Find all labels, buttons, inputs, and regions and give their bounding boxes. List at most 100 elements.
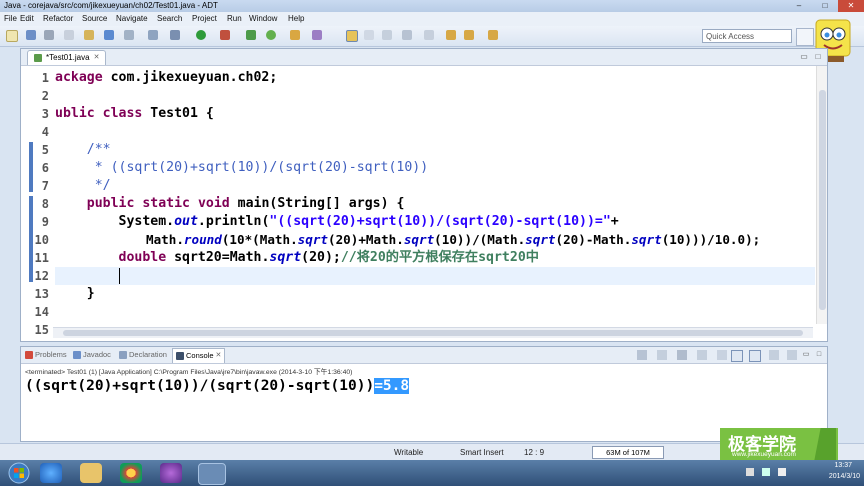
annotation-next-icon[interactable]: [402, 30, 412, 40]
menu-edit[interactable]: Edit: [20, 14, 34, 23]
terminate-icon[interactable]: [637, 350, 647, 360]
line-number: 13: [34, 287, 49, 301]
minimize-view-icon[interactable]: ▭: [801, 350, 811, 360]
change-marker: [29, 142, 33, 192]
console-tab-strip: Problems Javadoc Declaration Console ✕ ▭…: [21, 347, 827, 364]
line-number: 15: [34, 323, 49, 337]
code-line: double sqrt20=Math.sqrt(20);//将20的平方根保存在…: [118, 250, 539, 265]
copy-icon[interactable]: [64, 30, 74, 40]
pin-console-icon[interactable]: [749, 350, 761, 362]
maximize-view-icon[interactable]: □: [813, 52, 823, 62]
toggle-mark-icon[interactable]: [346, 30, 358, 42]
run-icon[interactable]: [196, 30, 206, 40]
show-whitespace-icon[interactable]: [364, 30, 374, 40]
close-button[interactable]: ✕: [838, 0, 864, 12]
forward-icon[interactable]: [488, 30, 498, 40]
code-line: System.out.println("((sqrt(20)+sqrt(10))…: [55, 214, 619, 229]
menu-search[interactable]: Search: [157, 14, 182, 23]
search-icon[interactable]: [312, 30, 322, 40]
paste-icon[interactable]: [84, 30, 94, 40]
tools-icon[interactable]: [148, 30, 158, 40]
new-icon[interactable]: [6, 30, 18, 42]
menu-window[interactable]: Window: [249, 14, 277, 23]
window-title: Java - corejava/src/com/jikexueyuan/ch02…: [4, 1, 218, 10]
console-output[interactable]: ((sqrt(20)+sqrt(10))/(sqrt(20)-sqrt(10))…: [25, 378, 410, 394]
external-tools-icon[interactable]: [220, 30, 230, 40]
code-line: public static void main(String[] args) {: [86, 196, 405, 211]
scroll-lock-icon[interactable]: [717, 350, 727, 360]
code-line: ackage com.jikexueyuan.ch02;: [55, 70, 278, 85]
debug-icon[interactable]: [170, 30, 180, 40]
line-number: 4: [41, 125, 49, 139]
line-number: 1: [41, 71, 49, 85]
menu-source[interactable]: Source: [82, 14, 107, 23]
show-on-output-icon[interactable]: [731, 350, 743, 362]
javadoc-icon: [73, 351, 81, 359]
volume-icon[interactable]: [778, 468, 786, 476]
scroll-thumb[interactable]: [63, 330, 803, 336]
new-class-icon[interactable]: [266, 30, 276, 40]
new-java-project-icon[interactable]: [246, 30, 256, 40]
console-status: <terminated> Test01 (1) [Java Applicatio…: [25, 369, 353, 376]
editor-tab-strip: *Test01.java ✕ ▭ □: [21, 49, 827, 66]
line-number: 5: [41, 143, 49, 157]
code-line-comment: /**: [55, 142, 111, 157]
clock-date[interactable]: 2014/3/10: [829, 473, 860, 480]
media-icon[interactable]: [160, 463, 182, 483]
explorer-icon[interactable]: [80, 463, 102, 483]
clock-time[interactable]: 13:37: [834, 462, 852, 469]
remove-launch-icon[interactable]: [657, 350, 667, 360]
line-number: 6: [41, 161, 49, 175]
back-icon[interactable]: [464, 30, 474, 40]
open-console-icon[interactable]: [787, 350, 797, 360]
menu-file[interactable]: File: [4, 14, 17, 23]
chrome-icon[interactable]: [120, 463, 142, 483]
annotation-prev-icon[interactable]: [424, 30, 434, 40]
console-view[interactable]: Problems Javadoc Declaration Console ✕ ▭…: [20, 346, 828, 442]
maximize-view-icon[interactable]: □: [814, 350, 824, 360]
clear-console-icon[interactable]: [697, 350, 707, 360]
line-number: 7: [41, 179, 49, 193]
adt-eclipse-icon[interactable]: [198, 463, 226, 485]
menu-project[interactable]: Project: [192, 14, 217, 23]
menu-navigate[interactable]: Navigate: [116, 14, 148, 23]
vertical-scrollbar[interactable]: [819, 90, 826, 310]
quick-access-input[interactable]: Quick Access: [702, 29, 792, 43]
maximize-button[interactable]: □: [812, 0, 838, 12]
keyboard-icon[interactable]: [746, 468, 754, 476]
block-select-icon[interactable]: [382, 30, 392, 40]
display-console-icon[interactable]: [769, 350, 779, 360]
minimize-view-icon[interactable]: ▭: [799, 52, 809, 62]
tab-label: *Test01.java: [46, 53, 90, 62]
overview-ruler[interactable]: [816, 66, 827, 324]
ie-icon[interactable]: [40, 463, 62, 483]
tab-javadoc[interactable]: Javadoc: [73, 349, 111, 361]
tab-declaration[interactable]: Declaration: [119, 349, 167, 361]
declaration-icon: [119, 351, 127, 359]
menu-run[interactable]: Run: [227, 14, 242, 23]
menu-refactor[interactable]: Refactor: [43, 14, 73, 23]
tab-problems[interactable]: Problems: [25, 349, 67, 361]
start-button-icon[interactable]: [6, 462, 32, 484]
close-tab-icon[interactable]: ✕: [216, 349, 222, 363]
minimize-button[interactable]: –: [786, 0, 812, 12]
heap-status[interactable]: 63M of 107M: [592, 446, 664, 459]
properties-icon[interactable]: [104, 30, 114, 40]
code-area[interactable]: ackage com.jikexueyuan.ch02; ublic class…: [55, 66, 815, 324]
last-edit-icon[interactable]: [446, 30, 456, 40]
code-editor[interactable]: *Test01.java ✕ ▭ □ 1 2 3 4 5 6 7 8 9 10 …: [20, 48, 828, 342]
tab-test01-java[interactable]: *Test01.java ✕: [27, 50, 107, 65]
menu-help[interactable]: Help: [288, 14, 304, 23]
close-tab-icon[interactable]: ✕: [94, 51, 100, 65]
horizontal-scrollbar[interactable]: [53, 327, 813, 338]
title-bar: Java - corejava/src/com/jikexueyuan/ch02…: [0, 0, 864, 12]
writable-status: Writable: [394, 448, 424, 457]
remove-all-icon[interactable]: [677, 350, 687, 360]
mark-icon[interactable]: [124, 30, 134, 40]
network-icon[interactable]: [762, 468, 770, 476]
open-type-icon[interactable]: [290, 30, 300, 40]
code-line: ublic class Test01 {: [55, 106, 214, 121]
print-icon[interactable]: [44, 30, 54, 40]
tab-console[interactable]: Console ✕: [172, 348, 226, 363]
save-icon[interactable]: [26, 30, 36, 40]
